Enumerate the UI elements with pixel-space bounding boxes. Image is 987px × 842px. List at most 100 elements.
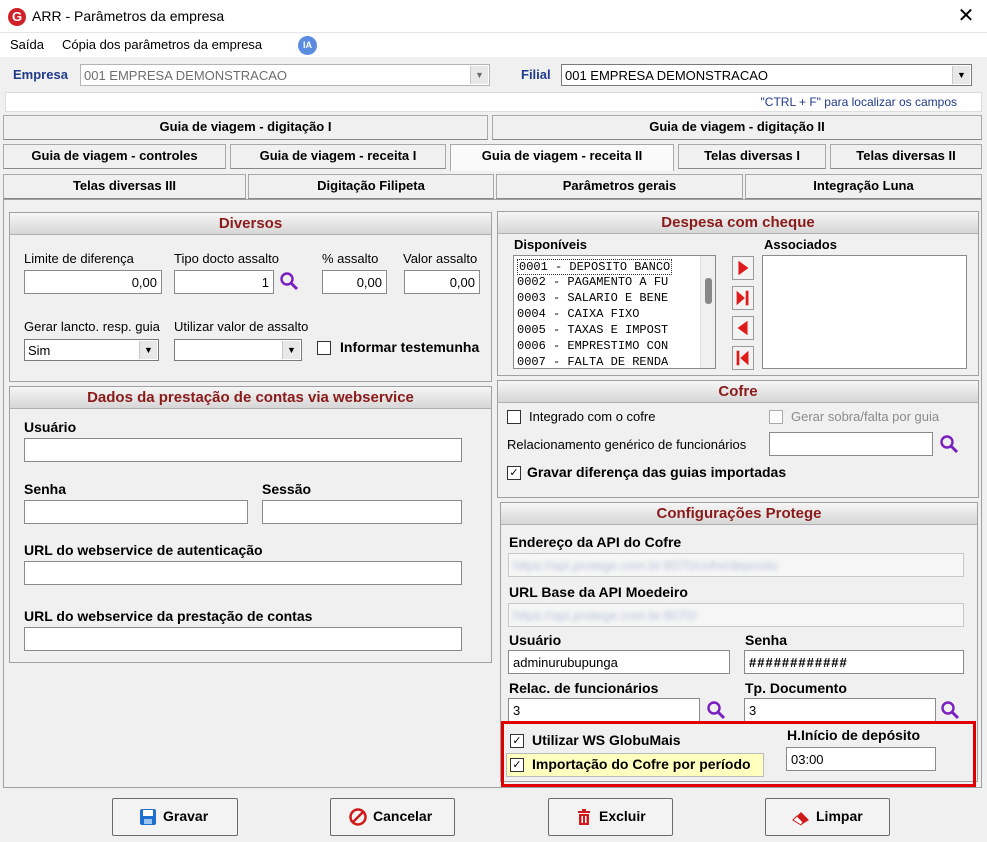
search-icon[interactable] xyxy=(279,271,299,291)
gerar-sobra-label: Gerar sobra/falta por guia xyxy=(791,409,940,424)
protege-senha-input[interactable]: ############ xyxy=(744,650,964,674)
excluir-button[interactable]: Excluir xyxy=(548,798,673,836)
url-prest-label: URL do webservice da prestação de contas xyxy=(24,608,313,624)
valor-label: Valor assalto xyxy=(403,251,478,266)
pct-input[interactable]: 0,00 xyxy=(322,270,387,294)
tab-receita-i[interactable]: Guia de viagem - receita I xyxy=(230,144,446,169)
move-all-right-button[interactable] xyxy=(732,286,754,310)
list-item[interactable]: 0004 - CAIXA FIXO xyxy=(517,307,639,321)
hinicio-value: 03:00 xyxy=(791,752,824,767)
relac-funcionarios-label: Relac. de funcionários xyxy=(509,680,659,696)
tab-parametros-gerais[interactable]: Parâmetros gerais xyxy=(496,174,743,199)
tab-telas-diversas-iii[interactable]: Telas diversas III xyxy=(3,174,246,199)
ws-usuario-input[interactable] xyxy=(24,438,462,462)
scrollbar-thumb[interactable] xyxy=(705,278,712,304)
gerar-select[interactable]: Sim ▼ xyxy=(24,339,159,361)
tab-receita-ii[interactable]: Guia de viagem - receita II xyxy=(450,144,674,171)
move-all-left-button[interactable] xyxy=(732,346,754,370)
associados-list[interactable] xyxy=(762,255,967,369)
arrow-right-icon xyxy=(738,260,749,276)
disponiveis-list[interactable]: 0001 - DEPOSITO BANCO 0002 - PAGAMENTO A… xyxy=(513,255,716,369)
cofre-title: Cofre xyxy=(498,381,978,403)
utilizar-ws-checkbox[interactable]: ✓ xyxy=(510,734,524,748)
list-item[interactable]: 0006 - EMPRESTIMO CON xyxy=(517,339,668,353)
filial-select[interactable]: 001 EMPRESA DEMONSTRACAO ▼ xyxy=(561,64,972,86)
diversos-title: Diversos xyxy=(10,213,491,235)
protege-title: Configurações Protege xyxy=(501,503,977,525)
ctrl-f-hint: "CTRL + F" para localizar os campos xyxy=(760,95,957,109)
search-icon[interactable] xyxy=(706,700,726,720)
ws-sessao-input[interactable] xyxy=(262,500,462,524)
gravar-label: Gravar xyxy=(163,808,209,824)
list-item[interactable]: 0002 - PAGAMENTO A FU xyxy=(517,275,668,289)
utilizar-label: Utilizar valor de assalto xyxy=(174,319,309,334)
url-moedeiro-input[interactable]: https://api.protege.com.br:8070/ xyxy=(508,603,964,627)
url-moedeiro-value: https://api.protege.com.br:8070/ xyxy=(513,608,697,623)
tp-documento-input[interactable]: 3 xyxy=(744,698,936,722)
list-item[interactable]: 0007 - FALTA DE RENDA xyxy=(517,355,668,368)
informar-testemunha-checkbox[interactable] xyxy=(317,341,331,355)
disponiveis-label: Disponíveis xyxy=(514,237,587,252)
filial-label: Filial xyxy=(521,67,551,82)
hinicio-input[interactable]: 03:00 xyxy=(786,747,936,771)
endereco-api-input[interactable]: https://api.protege.com.br:8070/cofre/de… xyxy=(508,553,964,577)
tab-controles[interactable]: Guia de viagem - controles xyxy=(3,144,226,169)
ws-usuario-label: Usuário xyxy=(24,419,77,435)
associados-label: Associados xyxy=(764,237,837,252)
tab-telas-diversas-i[interactable]: Telas diversas I xyxy=(678,144,826,169)
close-icon[interactable]: ✕ xyxy=(955,4,977,28)
gravar-diferenca-checkbox[interactable]: ✓ xyxy=(507,466,521,480)
limite-label: Limite de diferença xyxy=(24,251,134,266)
list-item[interactable]: 0001 - DEPOSITO BANCO xyxy=(517,259,673,275)
gerar-sobra-checkbox[interactable] xyxy=(769,410,783,424)
search-icon[interactable] xyxy=(939,434,959,454)
tipo-value: 1 xyxy=(261,275,269,290)
list-item[interactable]: 0005 - TAXAS E IMPOST xyxy=(517,323,668,337)
cancel-icon xyxy=(349,808,367,826)
gravar-button[interactable]: Gravar xyxy=(112,798,238,836)
move-right-button[interactable] xyxy=(732,256,754,280)
relac-funcionarios-input[interactable]: 3 xyxy=(508,698,700,722)
list-item[interactable]: 0003 - SALARIO E BENE xyxy=(517,291,668,305)
title-bar: G ARR - Parâmetros da empresa ✕ xyxy=(0,0,987,33)
protege-senha-label: Senha xyxy=(745,632,788,648)
ia-icon[interactable]: IA xyxy=(298,36,317,55)
integrado-cofre-label: Integrado com o cofre xyxy=(529,409,656,424)
tab-telas-diversas-ii[interactable]: Telas diversas II xyxy=(830,144,982,169)
tp-documento-value: 3 xyxy=(749,703,757,718)
tab-digitacao-filipeta[interactable]: Digitação Filipeta xyxy=(248,174,494,199)
utilizar-select[interactable]: ▼ xyxy=(174,339,302,361)
tp-documento-label: Tp. Documento xyxy=(745,680,847,696)
protege-usuario-input[interactable]: adminurubupunga xyxy=(508,650,730,674)
endereco-api-value: https://api.protege.com.br:8070/cofre/de… xyxy=(513,558,779,573)
excluir-label: Excluir xyxy=(599,808,646,824)
chevron-down-icon: ▼ xyxy=(139,341,157,359)
trash-icon xyxy=(578,809,590,825)
empresa-label: Empresa xyxy=(13,67,68,82)
relac-generico-input[interactable] xyxy=(769,432,933,456)
move-left-button[interactable] xyxy=(732,316,754,340)
limite-value: 0,00 xyxy=(131,275,157,290)
integrado-cofre-checkbox[interactable] xyxy=(507,410,521,424)
list-scrollbar[interactable] xyxy=(700,256,715,368)
menu-item-saida[interactable]: Saída xyxy=(10,37,44,52)
valor-input[interactable]: 0,00 xyxy=(404,270,480,294)
tab-digitacao-i[interactable]: Guia de viagem - digitação I xyxy=(3,115,488,140)
save-icon xyxy=(140,809,156,825)
importacao-checkbox[interactable]: ✓ xyxy=(510,758,524,772)
url-auth-input[interactable] xyxy=(24,561,462,585)
pct-value: 0,00 xyxy=(356,275,382,290)
gerar-value: Sim xyxy=(28,343,51,358)
tab-digitacao-ii[interactable]: Guia de viagem - digitação II xyxy=(492,115,982,140)
menu-item-copia-parametros[interactable]: Cópia dos parâmetros da empresa xyxy=(62,37,262,52)
limite-input[interactable]: 0,00 xyxy=(24,270,162,294)
search-icon[interactable] xyxy=(940,700,960,720)
empresa-select[interactable]: 001 EMPRESA DEMONSTRACAO ▼ xyxy=(80,64,490,86)
tipo-input[interactable]: 1 xyxy=(174,270,274,294)
url-prest-input[interactable] xyxy=(24,627,462,651)
cancelar-button[interactable]: Cancelar xyxy=(330,798,455,836)
ws-senha-input[interactable] xyxy=(24,500,248,524)
chevron-down-icon: ▼ xyxy=(282,341,300,359)
limpar-button[interactable]: Limpar xyxy=(765,798,890,836)
tab-integracao-luna[interactable]: Integração Luna xyxy=(745,174,982,199)
